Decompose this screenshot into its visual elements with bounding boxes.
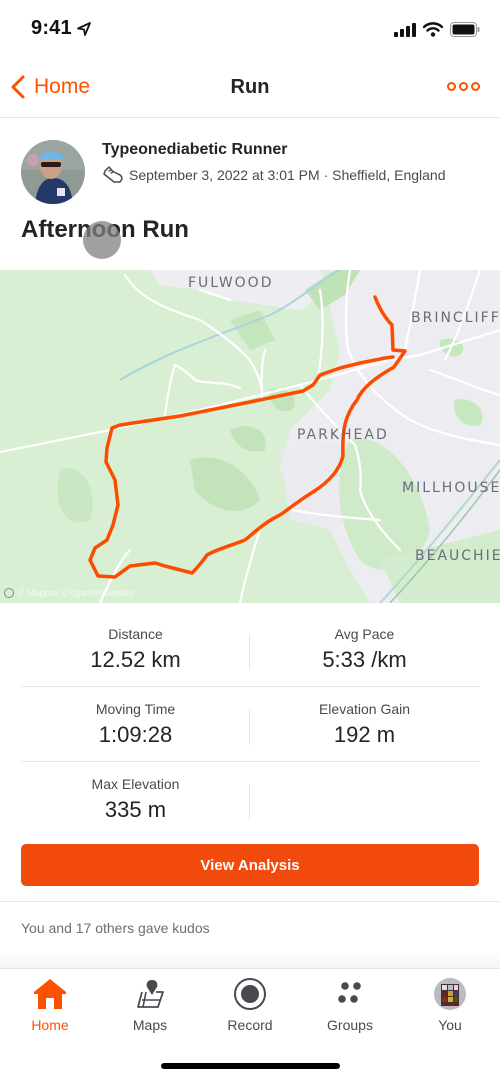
- battery-icon: [450, 22, 480, 37]
- view-analysis-button[interactable]: View Analysis: [21, 844, 479, 886]
- map-label-fulwood: FULWOOD: [188, 275, 274, 291]
- page-title: Run: [230, 76, 270, 98]
- activity-meta: September 3, 2022 at 3:01 PM · Sheffield…: [102, 165, 446, 185]
- location-arrow-icon: [77, 22, 91, 36]
- map-attribution[interactable]: © Mapbox © OpenStreetMap: [4, 588, 134, 598]
- route-map[interactable]: FULWOOD BRINCLIFFE PARKHEAD MILLHOUSES B…: [0, 270, 500, 603]
- tab-you[interactable]: You: [400, 975, 500, 1033]
- map-label-brincliffe: BRINCLIFFE: [411, 310, 500, 326]
- maps-icon: [137, 980, 164, 1008]
- more-options-icon[interactable]: [447, 82, 480, 91]
- tab-home[interactable]: Home: [0, 975, 100, 1033]
- tab-record[interactable]: Record: [200, 975, 300, 1033]
- tab-groups[interactable]: Groups: [300, 975, 400, 1033]
- kudos-summary[interactable]: You and 17 others gave kudos: [21, 920, 210, 936]
- map-label-millhouses: MILLHOUSES: [402, 480, 500, 496]
- running-shoe-icon: [103, 166, 123, 183]
- stat-distance: Distance 12.52 km: [21, 612, 250, 686]
- home-icon: [34, 979, 66, 1009]
- stat-empty: [250, 762, 479, 837]
- record-icon: [234, 978, 266, 1010]
- status-time: 9:41: [31, 17, 72, 39]
- divider: [0, 901, 500, 902]
- navigation-bar: Home Run: [0, 60, 500, 118]
- stat-moving-time: Moving Time 1:09:28: [21, 687, 250, 761]
- athlete-avatar[interactable]: [21, 140, 85, 204]
- activity-date-location: September 3, 2022 at 3:01 PM · Sheffield…: [129, 167, 446, 183]
- stat-row: Max Elevation 335 m: [21, 762, 479, 837]
- section-separator: [0, 952, 500, 968]
- activity-stats: Distance 12.52 km Avg Pace 5:33 /km Movi…: [21, 612, 479, 837]
- activity-header: Typeonediabetic Runner September 3, 2022…: [21, 138, 481, 204]
- home-indicator[interactable]: [161, 1063, 340, 1069]
- touch-indicator: [83, 221, 121, 259]
- map-label-parkhead: PARKHEAD: [297, 427, 389, 443]
- tab-maps[interactable]: Maps: [100, 975, 200, 1033]
- stat-avg-pace: Avg Pace 5:33 /km: [322, 626, 407, 672]
- map-label-beauchief: BEAUCHIEF: [415, 548, 500, 564]
- wifi-icon: [423, 22, 443, 37]
- cellular-signal-icon: [394, 22, 416, 37]
- stat-row: Distance 12.52 km Avg Pace 5:33 /km: [21, 612, 479, 687]
- stat-max-elevation: Max Elevation 335 m: [21, 762, 250, 837]
- athlete-name[interactable]: Typeonediabetic Runner: [102, 141, 288, 159]
- info-icon[interactable]: [4, 588, 14, 598]
- stat-elevation-gain: Elevation Gain 192 m: [318, 701, 411, 747]
- groups-icon: [338, 982, 361, 1003]
- status-bar: 9:41: [0, 0, 500, 60]
- stat-row: Moving Time 1:09:28 Elevation Gain 192 m: [21, 687, 479, 762]
- profile-avatar: [434, 978, 466, 1010]
